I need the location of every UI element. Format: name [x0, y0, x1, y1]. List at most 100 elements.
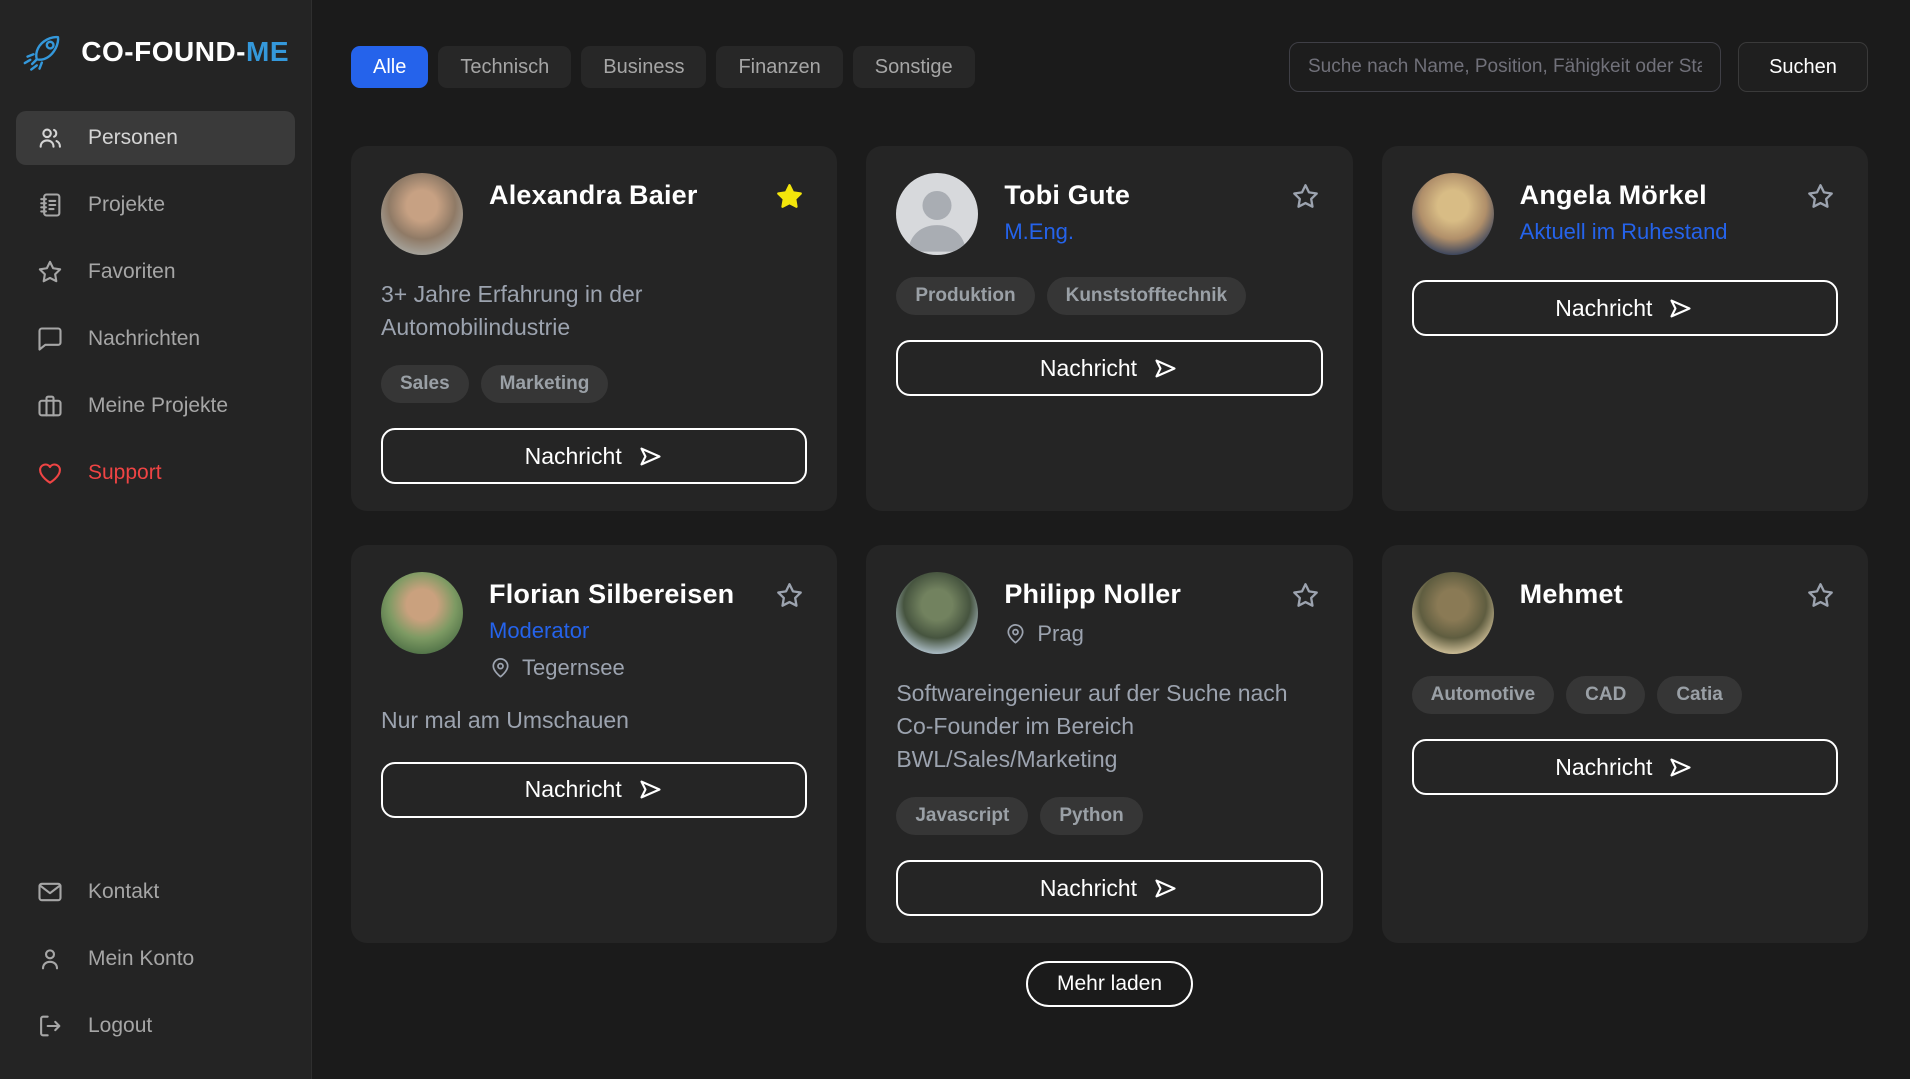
skill-tag: Automotive	[1412, 676, 1555, 714]
card-header: Angela Mörkel Aktuell im Ruhestand	[1412, 173, 1838, 255]
person-bio: Nur mal am Umschauen	[381, 704, 807, 737]
sidebar-item-logout[interactable]: Logout	[16, 999, 295, 1053]
skill-tag: Sales	[381, 365, 469, 403]
message-button[interactable]: Nachricht	[381, 762, 807, 818]
chat-icon	[36, 325, 64, 353]
star-icon	[774, 181, 805, 212]
message-button-label: Nachricht	[525, 776, 622, 803]
filter-tab-finanzen[interactable]: Finanzen	[716, 46, 842, 88]
skill-tag: Python	[1040, 797, 1142, 835]
star-icon	[774, 580, 805, 611]
favorite-star-button[interactable]	[1803, 179, 1838, 217]
skill-tag: Javascript	[896, 797, 1028, 835]
star-icon	[1805, 181, 1836, 212]
filter-tab-business[interactable]: Business	[581, 46, 706, 88]
filter-tabs: AlleTechnischBusinessFinanzen Sonstige	[351, 46, 975, 88]
sidebar-item-projekte[interactable]: Projekte	[16, 178, 295, 232]
person-name: Mehmet	[1520, 579, 1623, 610]
sidebar-item-label: Mein Konto	[88, 947, 194, 971]
send-icon	[637, 776, 664, 803]
map-pin-icon	[1004, 623, 1027, 646]
card-info: Angela Mörkel Aktuell im Ruhestand	[1520, 173, 1728, 245]
message-button[interactable]: Nachricht	[1412, 739, 1838, 795]
briefcase-icon	[36, 392, 64, 420]
rocket-icon	[22, 25, 66, 79]
mail-icon	[36, 878, 64, 906]
filter-tab-sonstige[interactable]: Sonstige	[853, 46, 975, 88]
search-input[interactable]	[1289, 42, 1721, 92]
sidebar-item-support[interactable]: Support	[16, 446, 295, 500]
search-group: Suchen	[1289, 42, 1868, 92]
message-button[interactable]: Nachricht	[381, 428, 807, 484]
person-name: Alexandra Baier	[489, 180, 698, 211]
heart-icon	[36, 459, 64, 487]
send-icon	[637, 443, 664, 470]
message-button[interactable]: Nachricht	[896, 860, 1322, 916]
skill-tags: ProduktionKunststofftechnik	[896, 277, 1322, 315]
star-icon	[1805, 580, 1836, 611]
sidebar-item-favoriten[interactable]: Favoriten	[16, 245, 295, 299]
avatar	[896, 572, 978, 654]
card-info: Mehmet	[1520, 572, 1623, 610]
app-logo[interactable]: CO-FOUND-ME	[16, 0, 295, 87]
search-button[interactable]: Suchen	[1738, 42, 1868, 92]
filter-tab-technisch[interactable]: Technisch	[438, 46, 571, 88]
send-icon	[1152, 355, 1179, 382]
favorite-star-button[interactable]	[1288, 578, 1323, 616]
message-button-label: Nachricht	[525, 443, 622, 470]
card-header: Alexandra Baier	[381, 173, 807, 255]
map-pin-icon	[489, 657, 512, 680]
users-icon	[36, 124, 64, 152]
sidebar-footer-nav: Kontakt Mein Konto Logout	[16, 865, 295, 1053]
person-card: Tobi Gute M.Eng. ProduktionKunststofftec…	[866, 146, 1352, 511]
card-header: Tobi Gute M.Eng.	[896, 173, 1322, 255]
sidebar-item-meine-projekte[interactable]: Meine Projekte	[16, 379, 295, 433]
person-location: Prag	[1004, 621, 1181, 647]
card-info: Philipp Noller Prag	[1004, 572, 1181, 647]
person-card: Mehmet AutomotiveCADCatia Nachricht	[1382, 545, 1868, 943]
person-bio: 3+ Jahre Erfahrung in der Automobilindus…	[381, 278, 807, 343]
person-card: Florian Silbereisen Moderator Tegernsee …	[351, 545, 837, 943]
load-more-button[interactable]: Mehr laden	[1026, 961, 1193, 1007]
app-title-accent: ME	[246, 36, 289, 67]
star-icon	[1290, 580, 1321, 611]
favorite-star-button[interactable]	[1803, 578, 1838, 616]
sidebar-item-nachrichten[interactable]: Nachrichten	[16, 312, 295, 366]
sidebar-item-mein-konto[interactable]: Mein Konto	[16, 932, 295, 986]
location-label: Tegernsee	[522, 655, 625, 681]
avatar	[1412, 173, 1494, 255]
sidebar-item-kontakt[interactable]: Kontakt	[16, 865, 295, 919]
favorite-star-button[interactable]	[772, 179, 807, 217]
send-icon	[1667, 754, 1694, 781]
skill-tags: AutomotiveCADCatia	[1412, 676, 1838, 714]
card-header: Florian Silbereisen Moderator Tegernsee	[381, 572, 807, 681]
skill-tag: CAD	[1566, 676, 1645, 714]
message-button-label: Nachricht	[1040, 355, 1137, 382]
app-title-primary: CO-FOUND-	[81, 36, 246, 67]
message-button[interactable]: Nachricht	[1412, 280, 1838, 336]
star-icon	[36, 258, 64, 286]
person-name: Tobi Gute	[1004, 180, 1130, 211]
sidebar-item-personen[interactable]: Personen	[16, 111, 295, 165]
star-icon	[1290, 181, 1321, 212]
favorite-star-button[interactable]	[1288, 179, 1323, 217]
person-card: Angela Mörkel Aktuell im Ruhestand Nachr…	[1382, 146, 1868, 511]
person-subtitle: M.Eng.	[1004, 219, 1130, 245]
avatar	[1412, 572, 1494, 654]
message-button[interactable]: Nachricht	[896, 340, 1322, 396]
favorite-star-button[interactable]	[772, 578, 807, 616]
card-info: Florian Silbereisen Moderator Tegernsee	[489, 572, 734, 681]
sidebar-item-label: Projekte	[88, 193, 165, 217]
sidebar-item-label: Favoriten	[88, 260, 176, 284]
card-info: Alexandra Baier	[489, 173, 698, 211]
sidebar-item-label: Kontakt	[88, 880, 159, 904]
skill-tags: SalesMarketing	[381, 365, 807, 403]
skill-tag: Kunststofftechnik	[1047, 277, 1247, 315]
person-card-grid: Alexandra Baier 3+ Jahre Erfahrung in de…	[351, 146, 1868, 943]
app-title: CO-FOUND-ME	[81, 36, 289, 68]
load-more-wrap: Mehr laden	[351, 961, 1868, 1007]
skill-tags: Javascript Python	[896, 797, 1322, 835]
card-header: Mehmet	[1412, 572, 1838, 654]
person-bio: Softwareingenieur auf der Suche nach Co-…	[896, 677, 1322, 775]
filter-tab-alle[interactable]: Alle	[351, 46, 428, 88]
